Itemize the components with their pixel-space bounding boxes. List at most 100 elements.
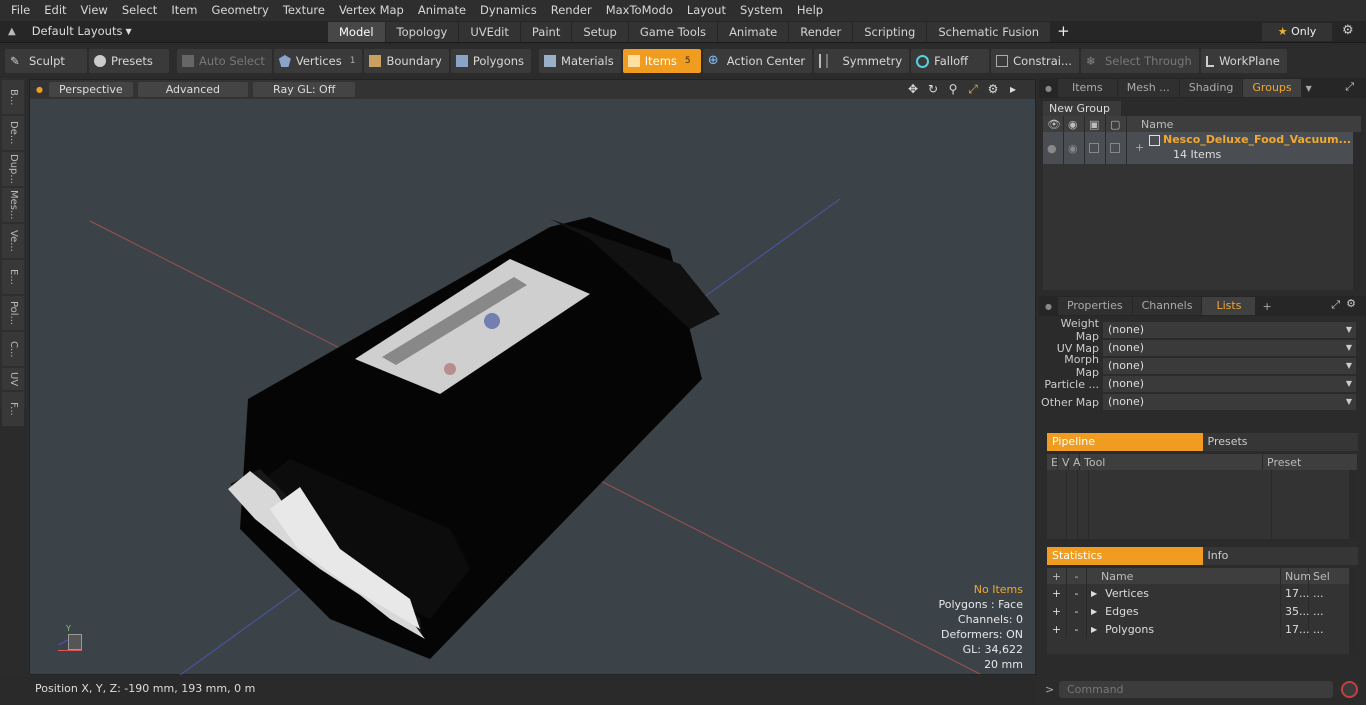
stat-row-vertices[interactable]: + - ▶ Vertices 17... ... [1047, 584, 1358, 602]
tab-setup[interactable]: Setup [572, 22, 628, 42]
add-tab-icon[interactable]: + [1057, 22, 1070, 42]
raygl-button[interactable]: Ray GL: Off [253, 82, 356, 97]
add-icon[interactable]: + [1047, 584, 1067, 602]
workplane-button[interactable]: WorkPlane [1200, 49, 1287, 73]
3d-viewport[interactable]: ● Perspective Advanced Ray GL: Off ✥ ↻ ⚲… [29, 79, 1036, 675]
render-icon[interactable]: ◉ [1064, 116, 1085, 132]
tab-shading[interactable]: Shading [1179, 79, 1243, 97]
presets-tab[interactable]: Presets [1202, 433, 1358, 451]
menu-view[interactable]: View [74, 0, 115, 21]
polygons-button[interactable]: Polygons [450, 49, 532, 73]
record-icon[interactable] [1341, 681, 1358, 698]
tab-topology[interactable]: Topology [385, 22, 459, 42]
constraints-button[interactable]: Constrai... [991, 49, 1079, 73]
panel-gear-icon[interactable]: ⚙ [1346, 297, 1356, 310]
tab-items[interactable]: Items [1057, 79, 1117, 97]
add-icon[interactable]: + [1047, 620, 1067, 638]
menu-item[interactable]: Item [164, 0, 204, 21]
statistics-tab[interactable]: Statistics [1047, 547, 1203, 565]
tab-properties[interactable]: Properties [1057, 297, 1132, 315]
left-tool-2[interactable]: De... [2, 116, 24, 150]
vertices-button[interactable]: Vertices 1 [273, 49, 363, 73]
left-tool-7[interactable]: Pol... [2, 296, 24, 330]
menu-geometry[interactable]: Geometry [205, 0, 276, 21]
materials-button[interactable]: Materials [539, 49, 621, 73]
add-tab-icon[interactable]: + [1262, 300, 1271, 313]
pipeline-tab[interactable]: Pipeline [1047, 433, 1203, 451]
rotate-view-icon[interactable]: ↻ [925, 82, 941, 97]
remove-icon[interactable]: - [1067, 602, 1087, 620]
left-tool-8[interactable]: C... [2, 332, 24, 366]
tab-groups[interactable]: Groups [1243, 79, 1301, 97]
morph-map-select[interactable]: (none) [1103, 358, 1356, 374]
tab-mesh[interactable]: Mesh ... [1117, 79, 1179, 97]
tab-channels[interactable]: Channels [1132, 297, 1202, 315]
falloff-button[interactable]: Falloff [911, 49, 990, 73]
info-tab[interactable]: Info [1202, 547, 1358, 565]
expand-panel-icon[interactable]: ⤢ [1345, 80, 1354, 94]
group-row[interactable]: ● ◉ + Nesco_Deluxe_Food_Vacuum... 14 Ite… [1043, 132, 1362, 164]
menu-dynamics[interactable]: Dynamics [473, 0, 544, 21]
action-center-button[interactable]: ⊕ Action Center [702, 49, 813, 73]
select-through-button[interactable]: ❄ Select Through [1080, 49, 1199, 73]
only-toggle[interactable]: ★ Only [1262, 23, 1332, 41]
remove-icon[interactable]: - [1067, 584, 1087, 602]
tab-render[interactable]: Render [789, 22, 853, 42]
menu-render[interactable]: Render [544, 0, 599, 21]
command-input[interactable] [1059, 681, 1333, 698]
symmetry-button[interactable]: Symmetry [814, 49, 910, 73]
tab-paint[interactable]: Paint [520, 22, 572, 42]
move-view-icon[interactable]: ✥ [905, 82, 921, 97]
select-icon[interactable]: ▢ [1106, 116, 1127, 132]
tab-animate[interactable]: Animate [718, 22, 789, 42]
menu-vertex-map[interactable]: Vertex Map [332, 0, 411, 21]
left-tool-3[interactable]: Dup... [2, 152, 24, 186]
row-select-icon[interactable] [1106, 132, 1127, 164]
add-icon[interactable]: + [1047, 602, 1067, 620]
row-lock-icon[interactable] [1085, 132, 1106, 164]
lock-icon[interactable]: ▣ [1085, 116, 1106, 132]
left-tool-4[interactable]: Mes... [2, 188, 24, 222]
boundary-button[interactable]: Boundary [364, 49, 449, 73]
expand-arrow-icon[interactable]: ▶ [1091, 607, 1097, 616]
row-eye-icon[interactable]: ● [1043, 132, 1064, 164]
expand-arrow-icon[interactable]: ▶ [1091, 589, 1097, 598]
menu-layout[interactable]: Layout [680, 0, 733, 21]
zoom-view-icon[interactable]: ⚲ [945, 82, 961, 97]
sculpt-button[interactable]: ✎ Sculpt [5, 49, 87, 73]
items-button[interactable]: Items 5 [622, 49, 701, 73]
left-tool-9[interactable]: UV [2, 368, 24, 390]
weight-map-select[interactable]: (none) [1103, 322, 1356, 338]
auto-select-button[interactable]: Auto Select [177, 49, 272, 73]
menu-maxtomodo[interactable]: MaxToModo [599, 0, 680, 21]
tab-game-tools[interactable]: Game Tools [628, 22, 718, 42]
menu-select[interactable]: Select [115, 0, 164, 21]
left-tool-1[interactable]: B... [2, 80, 24, 114]
other-map-select[interactable]: (none) [1103, 394, 1356, 410]
new-group-button[interactable]: New Group [1043, 101, 1121, 116]
groups-scrollbar[interactable] [1353, 132, 1362, 290]
menu-animate[interactable]: Animate [411, 0, 473, 21]
tab-lists[interactable]: Lists [1202, 297, 1256, 315]
expand-icon[interactable]: + [1135, 141, 1144, 154]
eye-icon[interactable]: 👁 [1043, 116, 1064, 132]
viewport-arrow-icon[interactable]: ▸ [1005, 82, 1021, 97]
left-tool-10[interactable]: F... [2, 392, 24, 426]
pipeline-scrollbar[interactable] [1349, 470, 1358, 539]
uv-map-select[interactable]: (none) [1103, 340, 1356, 356]
expand-panel-icon[interactable]: ⤢ [1331, 298, 1340, 312]
menu-help[interactable]: Help [790, 0, 830, 21]
tab-uvedit[interactable]: UVEdit [459, 22, 520, 42]
tab-schematic-fusion[interactable]: Schematic Fusion [927, 22, 1051, 42]
advanced-button[interactable]: Advanced [137, 82, 249, 97]
presets-button[interactable]: Presets [89, 49, 169, 73]
perspective-button[interactable]: Perspective [48, 82, 133, 97]
menu-texture[interactable]: Texture [276, 0, 332, 21]
tab-model[interactable]: Model [328, 22, 385, 42]
layouts-dropdown[interactable]: ▲ Default Layouts ▼ [8, 24, 132, 38]
stat-row-polygons[interactable]: + - ▶ Polygons 17... ... [1047, 620, 1358, 638]
statistics-scrollbar[interactable] [1349, 568, 1358, 654]
particle-map-select[interactable]: (none) [1103, 376, 1356, 392]
row-render-icon[interactable]: ◉ [1064, 132, 1085, 164]
viewport-gear-icon[interactable]: ⚙ [985, 82, 1001, 97]
